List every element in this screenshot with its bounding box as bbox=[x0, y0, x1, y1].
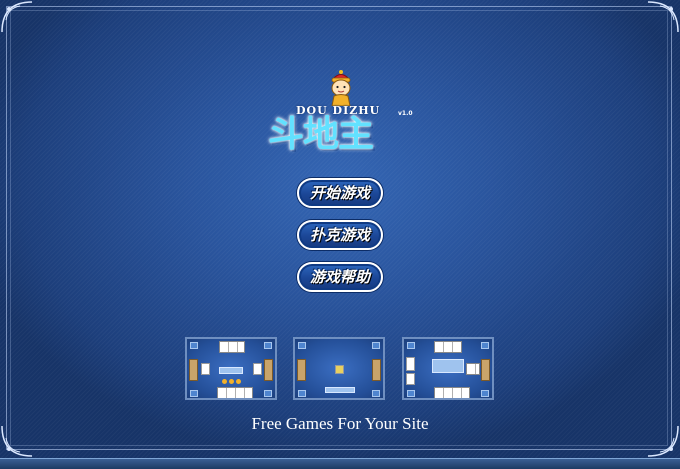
bottom-bar bbox=[0, 458, 680, 469]
mascot-icon bbox=[324, 68, 358, 107]
logo-chinese-name: 斗地主 bbox=[268, 113, 374, 155]
footer-promo-text[interactable]: Free Games For Your Site bbox=[0, 414, 680, 434]
game-screenshot-thumbnail[interactable] bbox=[402, 337, 494, 400]
start-game-button[interactable]: 开始游戏 bbox=[297, 178, 383, 208]
game-help-button[interactable]: 游戏帮助 bbox=[297, 262, 383, 292]
game-screenshot-thumbnail[interactable] bbox=[185, 337, 277, 400]
corner-ornament-icon bbox=[646, 0, 680, 34]
poker-game-button[interactable]: 扑克游戏 bbox=[297, 220, 383, 250]
game-screenshot-thumbnail[interactable] bbox=[293, 337, 385, 400]
corner-ornament-icon bbox=[0, 0, 34, 34]
